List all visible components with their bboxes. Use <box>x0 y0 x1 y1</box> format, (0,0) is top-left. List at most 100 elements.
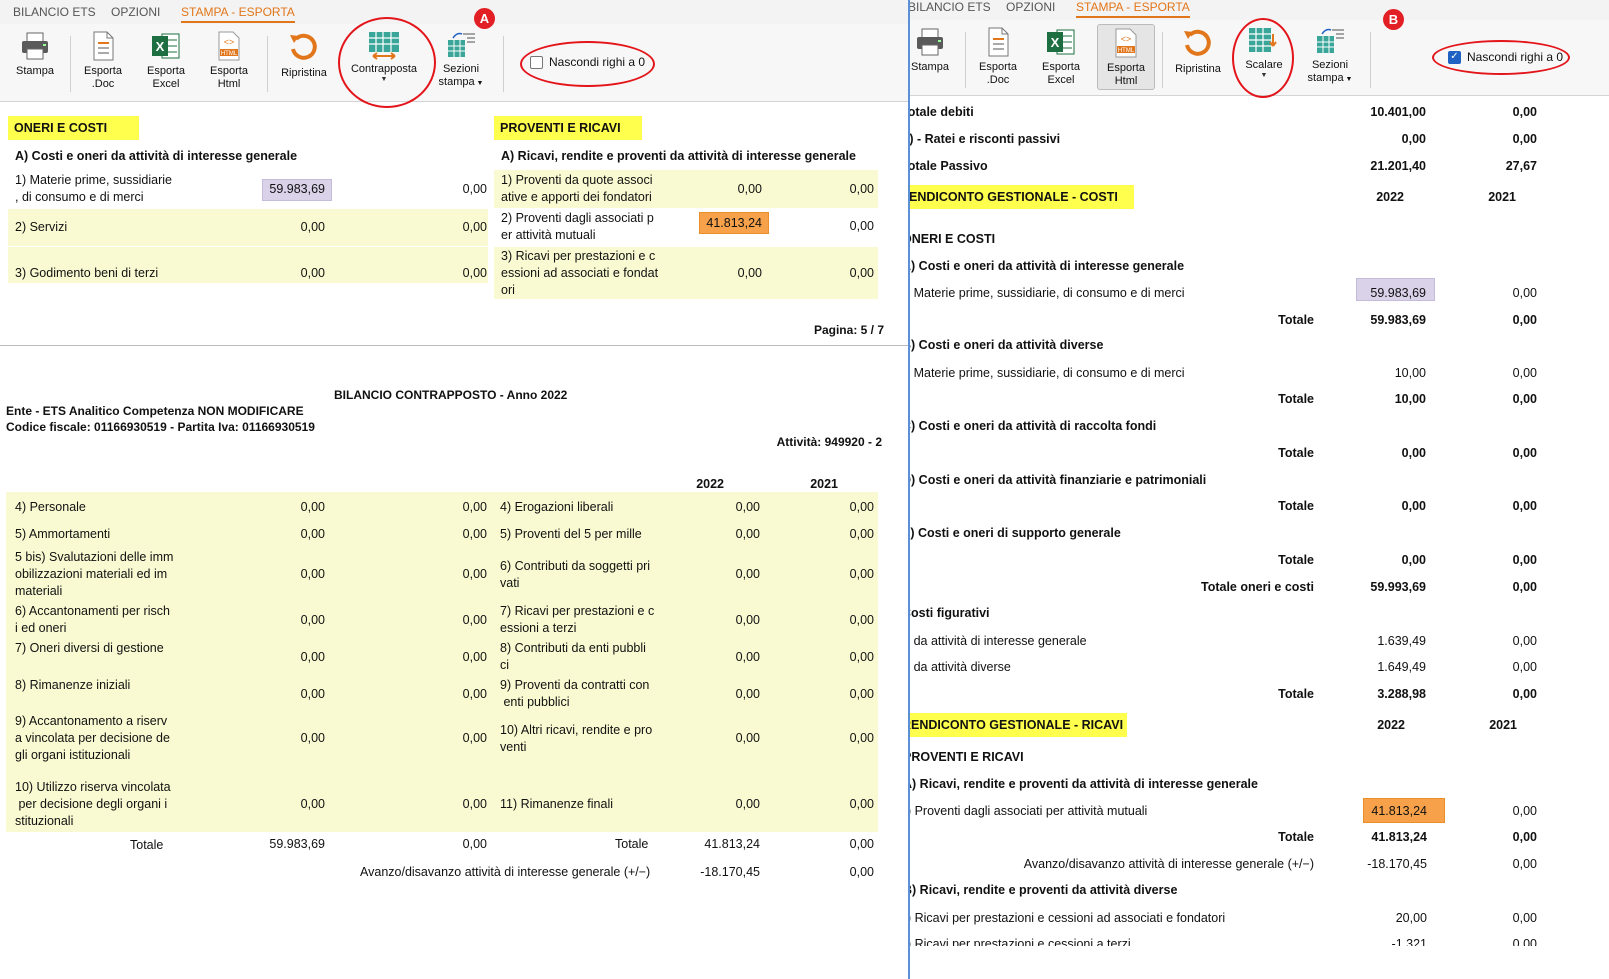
chevron-down-icon: ▼ <box>380 76 388 83</box>
esporta-doc-label: Esporta .Doc <box>979 61 1017 86</box>
row-value: 0,00 <box>300 686 325 701</box>
esporta-html-button[interactable]: <> HTML Esporta Html <box>1097 24 1155 90</box>
section-c-heading: C) Costi e oneri da attività di raccolta… <box>910 419 1157 433</box>
row-value: 0,00 <box>462 220 487 234</box>
section-e-heading: E) Costi e oneri di supporto generale <box>910 526 1121 540</box>
svg-text:X: X <box>1051 35 1060 50</box>
totale-v2: 0,00 <box>1512 392 1537 406</box>
tab-bilancio-ets[interactable]: BILANCIO ETS <box>13 5 96 19</box>
totale-debiti-label: Totale debiti <box>910 105 974 119</box>
esporta-html-label: Esporta Html <box>210 65 248 90</box>
screenshot-root: BILANCIO ETS OPZIONI STAMPA - ESPORTA St… <box>0 0 1609 979</box>
row-value: 0,00 <box>849 731 874 745</box>
year-2022-header: 2022 <box>1376 190 1404 204</box>
section-a-costi-heading: A) Costi e oneri da attività di interess… <box>15 149 298 163</box>
row-value: 0,00 <box>300 731 325 745</box>
row-value: 0,00 <box>849 649 874 664</box>
ribbon-separator <box>267 36 268 92</box>
row-value: 0,00 <box>462 649 487 664</box>
row-value: 41.813,24 <box>1371 804 1427 818</box>
totale-v1: 59.983,69 <box>1370 313 1426 327</box>
row-label: 10) Altri ricavi, rendite e pro venti <box>500 722 653 754</box>
right-window: BILANCIO ETS OPZIONI STAMPA - ESPORTA St… <box>910 0 1609 979</box>
checkbox-icon: ✓ <box>1448 50 1461 64</box>
svg-text:HTML: HTML <box>221 51 238 57</box>
row-value: 0,00 <box>462 500 487 514</box>
totale-oneri-v1: 59.993,69 <box>1370 580 1426 594</box>
totale-debiti-v1: 10.401,00 <box>1370 105 1426 119</box>
row-value: 0,00 <box>462 567 487 581</box>
tab-opzioni[interactable]: OPZIONI <box>1006 0 1055 14</box>
row-value: 0,00 <box>735 567 760 581</box>
nascondi-righi-checkbox[interactable]: ✓ Nascondi righi a 0 <box>1448 50 1563 64</box>
nascondi-righi-checkbox[interactable]: Nascondi righi a 0 <box>530 55 645 69</box>
proventi-ricavi-title: PROVENTI E RICAVI <box>494 116 642 140</box>
totale-v2: 0,00 <box>1512 446 1537 460</box>
avanzo-label: Avanzo/disavanzo attività di interesse g… <box>1023 857 1314 871</box>
row-value: 59.983,69 <box>1370 286 1426 300</box>
row-value: -1.321 <box>1391 937 1427 946</box>
esporta-html-label: Esporta Html <box>1107 62 1145 87</box>
row-value: 0,00 <box>462 182 487 196</box>
totale-v2: 0,00 <box>1512 553 1537 567</box>
row-value: 0,00 <box>300 527 325 541</box>
row-label: 1) Materie prime, sussidiarie, di consum… <box>910 286 1185 300</box>
avanzo-v1: -18.170,45 <box>1367 857 1427 871</box>
esporta-doc-button[interactable]: Esporta .Doc <box>76 28 130 94</box>
tab-stampa-esporta[interactable]: STAMPA - ESPORTA <box>1076 0 1190 18</box>
annotation-badge-b: B <box>1383 9 1404 30</box>
row-value: 20,00 <box>1395 911 1427 925</box>
row-value: 0,00 <box>1512 366 1537 380</box>
table-grid-icon <box>369 32 399 60</box>
totale-oneri-v2: 0,00 <box>1512 580 1537 594</box>
totale-debiti-v2: 0,00 <box>1512 105 1537 119</box>
sections-icon <box>448 32 475 57</box>
section-a-proventi-heading: A) Ricavi, rendite e proventi da attivit… <box>501 149 856 163</box>
ribbon-separator <box>70 36 71 92</box>
row-value: 0,00 <box>849 219 874 233</box>
totale-label: Totale <box>1278 553 1314 567</box>
row-value: 0,00 <box>1512 937 1537 946</box>
row-label: 8) Contributi da enti pubbli ci <box>500 641 646 672</box>
row-label: 8) Rimanenze iniziali <box>15 678 131 692</box>
row-value: 0,00 <box>300 649 325 664</box>
totale-v2: 0,00 <box>1512 313 1537 327</box>
sezioni-stampa-button[interactable]: Sezioni stampa ▼ <box>433 28 489 94</box>
row-label: 4) Erogazioni liberali <box>500 500 614 514</box>
row-label: 10) Utilizzo riserva vincolata per decis… <box>15 780 171 828</box>
totale-v1: 0,00 <box>1401 553 1426 567</box>
tab-opzioni[interactable]: OPZIONI <box>111 5 160 19</box>
row-value: 0,00 <box>849 500 874 514</box>
esporta-doc-button[interactable]: Esporta .Doc <box>971 24 1025 90</box>
scalare-button[interactable]: Scalare ▼ <box>1235 24 1293 90</box>
esporta-html-button[interactable]: <> HTML Esporta Html <box>202 28 256 94</box>
tab-bilancio-ets[interactable]: BILANCIO ETS <box>910 0 991 14</box>
row-value: 0,00 <box>849 266 874 280</box>
nascondi-label: Nascondi righi a 0 <box>549 55 646 69</box>
totale-left-v2: 0,00 <box>462 837 487 851</box>
excel-icon: X <box>152 33 180 59</box>
row-value: 0,00 <box>462 266 487 280</box>
totale-left-v1: 59.983,69 <box>269 837 325 851</box>
row-value: 0,00 <box>300 266 325 280</box>
esporta-excel-button[interactable]: X Esporta Excel <box>1034 24 1088 90</box>
ripristina-button[interactable]: Ripristina <box>275 28 333 94</box>
totale-oneri-label: Totale oneri e costi <box>1201 580 1314 594</box>
esporta-excel-button[interactable]: X Esporta Excel <box>139 28 193 94</box>
tab-bar: BILANCIO ETS OPZIONI STAMPA - ESPORTA <box>0 0 908 24</box>
sezioni-stampa-button[interactable]: Sezioni stampa ▼ <box>1302 24 1358 90</box>
ratei-v2: 0,00 <box>1512 132 1537 146</box>
ratei-v1: 0,00 <box>1401 132 1426 146</box>
contrapposta-button[interactable]: Contrapposta ▼ <box>345 28 423 94</box>
row-label: 5) Proventi del 5 per mille <box>500 527 642 541</box>
ripristina-button[interactable]: Ripristina <box>1169 24 1227 90</box>
row-value: 0,00 <box>462 731 487 745</box>
row-label: 3) Ricavi per prestazioni e cessioni a t… <box>910 937 1131 946</box>
row-value: 0,00 <box>462 797 487 811</box>
stampa-button[interactable]: Stampa <box>8 28 62 94</box>
totale-v1: 0,00 <box>1401 446 1426 460</box>
ribbon-separator <box>1162 32 1163 88</box>
tab-stampa-esporta[interactable]: STAMPA - ESPORTA <box>181 5 295 23</box>
totale-v2: 0,00 <box>1512 687 1537 701</box>
stampa-button[interactable]: Stampa <box>910 24 957 90</box>
